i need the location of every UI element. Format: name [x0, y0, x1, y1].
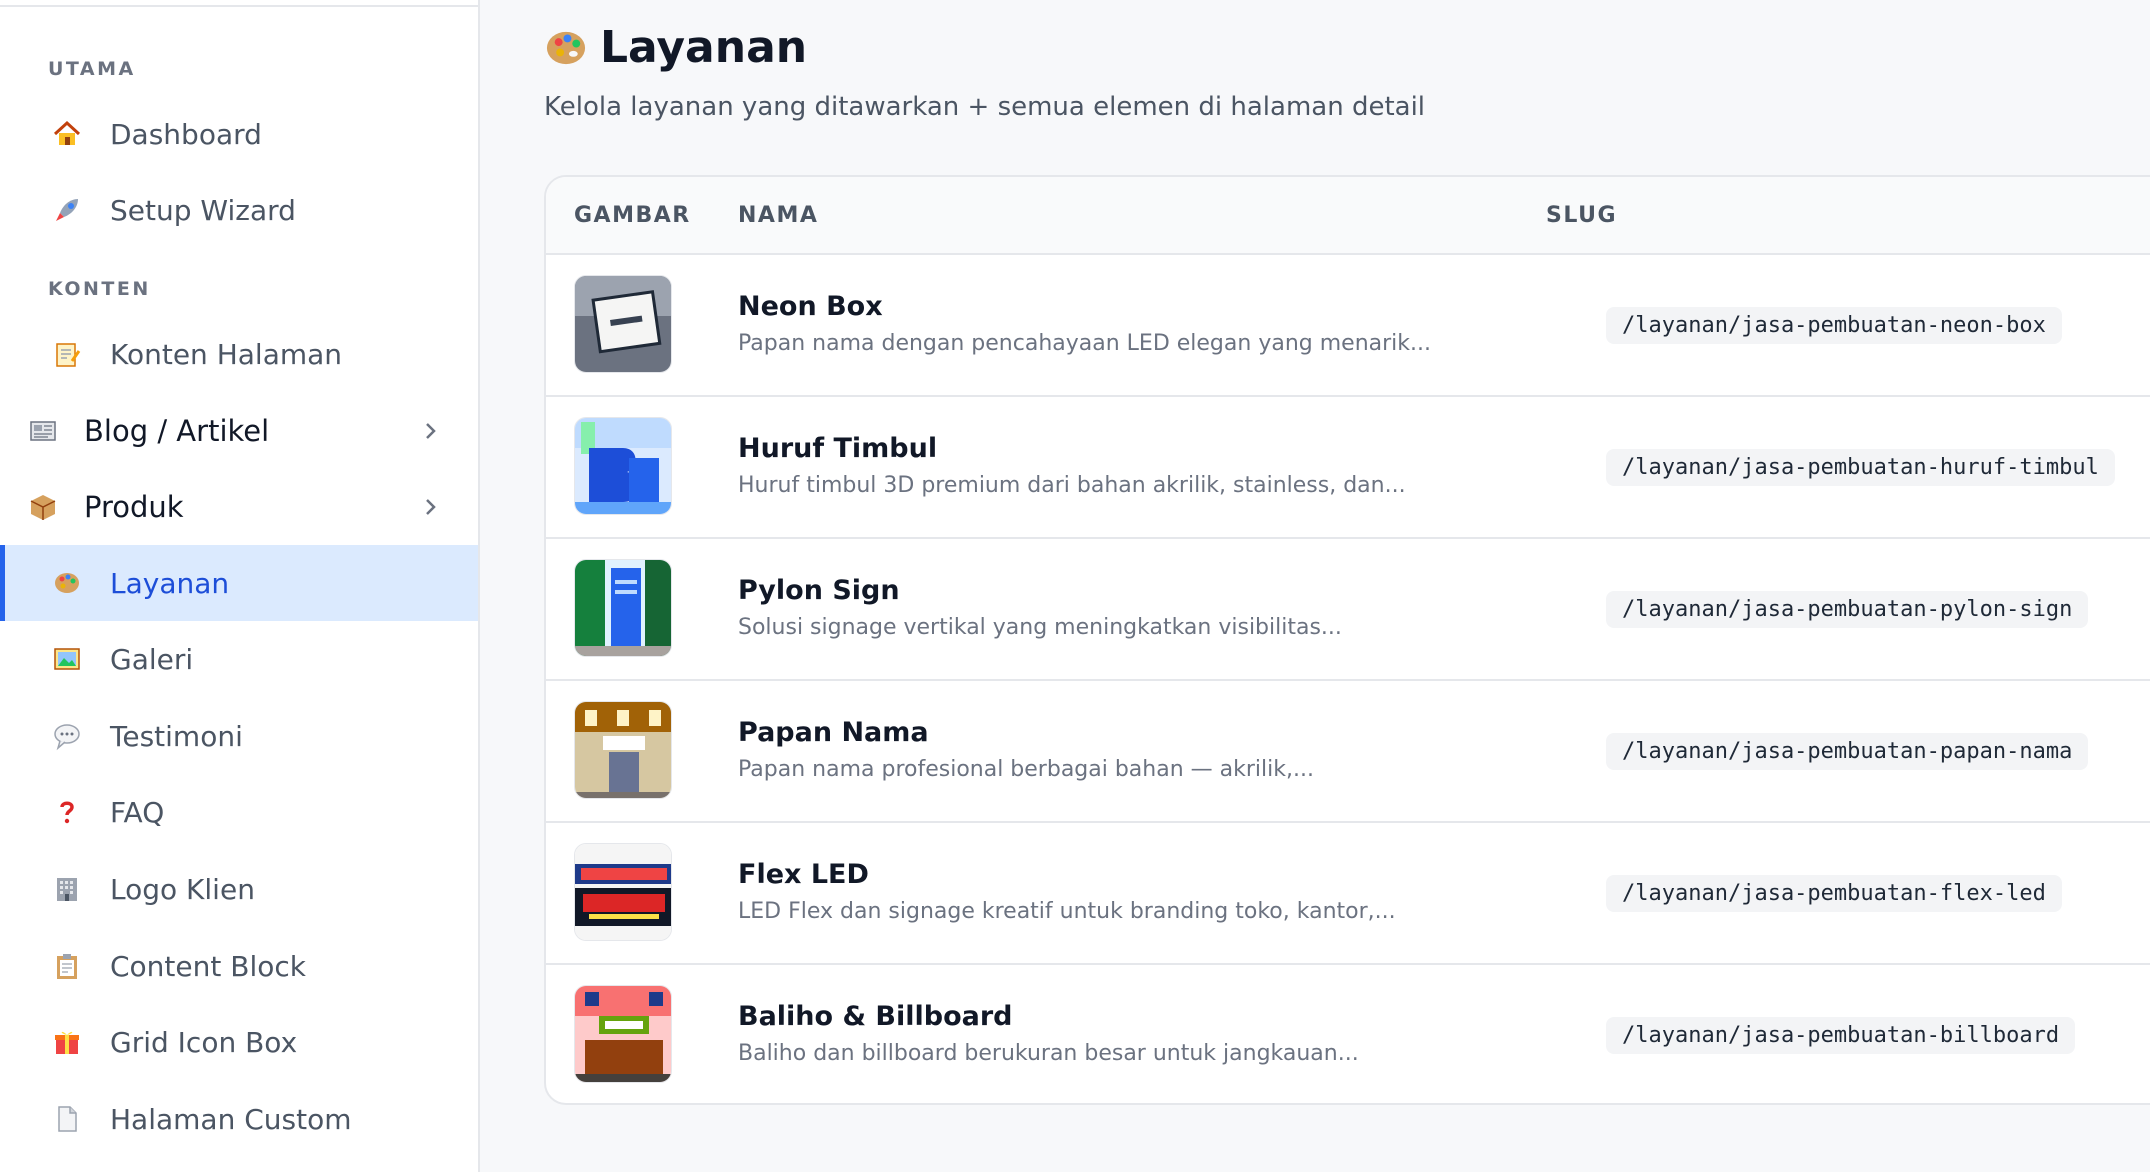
sidebar-item-label: Layanan	[110, 566, 230, 600]
service-description: Papan nama dengan pencahayaan LED elegan…	[738, 331, 1431, 356]
sidebar-item-label: Blog / Artikel	[84, 414, 270, 448]
main-content: Layanan Kelola layanan yang ditawarkan +…	[482, 0, 2150, 1172]
sidebar-item-layanan[interactable]: Layanan	[0, 545, 478, 621]
service-thumbnail	[574, 985, 672, 1083]
sidebar-item-konten-halaman[interactable]: Konten Halaman	[0, 316, 478, 392]
palette-icon	[50, 566, 84, 600]
table-row[interactable]: Neon Box Papan nama dengan pencahayaan L…	[546, 255, 2150, 397]
service-name: Papan Nama	[738, 717, 929, 748]
newspaper-icon	[26, 414, 60, 448]
service-name: Neon Box	[738, 291, 883, 322]
service-name: Baliho & Billboard	[738, 1001, 1013, 1032]
sidebar-item-label: Halaman Custom	[110, 1102, 352, 1136]
table-row[interactable]: Huruf Timbul Huruf timbul 3D premium dar…	[546, 397, 2150, 539]
service-thumbnail	[574, 701, 672, 799]
sidebar-item-label: Produk	[84, 490, 184, 524]
service-slug: /layanan/jasa-pembuatan-flex-led	[1606, 875, 2062, 912]
section-label-konten: KONTEN	[48, 278, 151, 300]
gift-icon	[50, 1025, 84, 1059]
speech-bubble-icon	[50, 719, 84, 753]
table-row[interactable]: Papan Nama Papan nama profesional berbag…	[546, 681, 2150, 823]
service-thumbnail	[574, 275, 672, 373]
section-label-utama: UTAMA	[48, 58, 136, 80]
clipboard-icon	[50, 949, 84, 983]
sidebar-item-label: Logo Klien	[110, 872, 255, 906]
service-description: LED Flex dan signage kreatif untuk brand…	[738, 899, 1396, 924]
sidebar-item-grid-icon-box[interactable]: Grid Icon Box	[0, 1004, 478, 1080]
table-row[interactable]: Flex LED LED Flex dan signage kreatif un…	[546, 823, 2150, 965]
framed-picture-icon	[50, 642, 84, 676]
service-slug: /layanan/jasa-pembuatan-papan-nama	[1606, 733, 2089, 770]
sidebar-item-testimoni[interactable]: Testimoni	[0, 698, 478, 774]
service-description: Solusi signage vertikal yang meningkatka…	[738, 615, 1342, 640]
column-header-gambar: GAMBAR	[574, 203, 691, 228]
page-subtitle: Kelola layanan yang ditawarkan + semua e…	[544, 92, 1426, 122]
service-name: Flex LED	[738, 859, 869, 890]
sidebar-top-divider	[0, 0, 480, 7]
sidebar-item-galeri[interactable]: Galeri	[0, 621, 478, 697]
sidebar-item-dashboard[interactable]: Dashboard	[0, 96, 478, 172]
rocket-icon	[50, 193, 84, 227]
service-slug: /layanan/jasa-pembuatan-huruf-timbul	[1606, 449, 2115, 486]
table-row[interactable]: Pylon Sign Solusi signage vertikal yang …	[546, 539, 2150, 681]
service-thumbnail	[574, 843, 672, 941]
sidebar-item-label: Testimoni	[110, 719, 243, 753]
chevron-right-icon	[418, 495, 442, 519]
table-header: GAMBAR NAMA SLUG	[546, 177, 2150, 255]
service-slug: /layanan/jasa-pembuatan-neon-box	[1606, 307, 2062, 344]
office-building-icon	[50, 872, 84, 906]
palette-icon	[544, 26, 588, 70]
sidebar-item-label: Dashboard	[110, 117, 262, 151]
sidebar-item-faq[interactable]: FAQ	[0, 774, 478, 850]
sidebar-item-content-block[interactable]: Content Block	[0, 928, 478, 1004]
service-name: Pylon Sign	[738, 575, 900, 606]
sidebar-group-produk[interactable]: Produk	[0, 469, 478, 545]
service-name: Huruf Timbul	[738, 433, 938, 464]
service-slug: /layanan/jasa-pembuatan-billboard	[1606, 1017, 2076, 1054]
service-description: Papan nama profesional berbagai bahan — …	[738, 757, 1314, 782]
sidebar-item-label: Konten Halaman	[110, 337, 343, 371]
services-table: GAMBAR NAMA SLUG Neon Box Papan nama den…	[544, 175, 2150, 1105]
service-thumbnail	[574, 559, 672, 657]
service-slug: /layanan/jasa-pembuatan-pylon-sign	[1606, 591, 2089, 628]
house-icon	[50, 117, 84, 151]
page-title: Layanan	[544, 22, 807, 73]
service-description: Baliho dan billboard berukuran besar unt…	[738, 1041, 1359, 1066]
page-heading: Layanan	[600, 22, 808, 73]
question-mark-icon	[50, 795, 84, 829]
sidebar-item-label: FAQ	[110, 795, 165, 829]
sidebar: UTAMA Dashboard Setup Wizard KONTEN Kont…	[0, 0, 480, 1172]
service-description: Huruf timbul 3D premium dari bahan akril…	[738, 473, 1406, 498]
sidebar-item-setup-wizard[interactable]: Setup Wizard	[0, 172, 478, 248]
page-icon	[50, 1102, 84, 1136]
column-header-nama: NAMA	[738, 203, 819, 228]
column-header-slug: SLUG	[1546, 203, 1618, 228]
sidebar-item-halaman-custom[interactable]: Halaman Custom	[0, 1081, 478, 1157]
sidebar-item-label: Grid Icon Box	[110, 1025, 298, 1059]
sidebar-item-logo-klien[interactable]: Logo Klien	[0, 851, 478, 927]
chevron-right-icon	[418, 419, 442, 443]
sidebar-item-label: Setup Wizard	[110, 193, 296, 227]
memo-icon	[50, 337, 84, 371]
package-icon	[26, 490, 60, 524]
service-thumbnail	[574, 417, 672, 515]
sidebar-item-label: Galeri	[110, 642, 194, 676]
sidebar-item-label: Content Block	[110, 949, 306, 983]
table-row[interactable]: Baliho & Billboard Baliho dan billboard …	[546, 965, 2150, 1103]
sidebar-group-blog-artikel[interactable]: Blog / Artikel	[0, 393, 478, 469]
